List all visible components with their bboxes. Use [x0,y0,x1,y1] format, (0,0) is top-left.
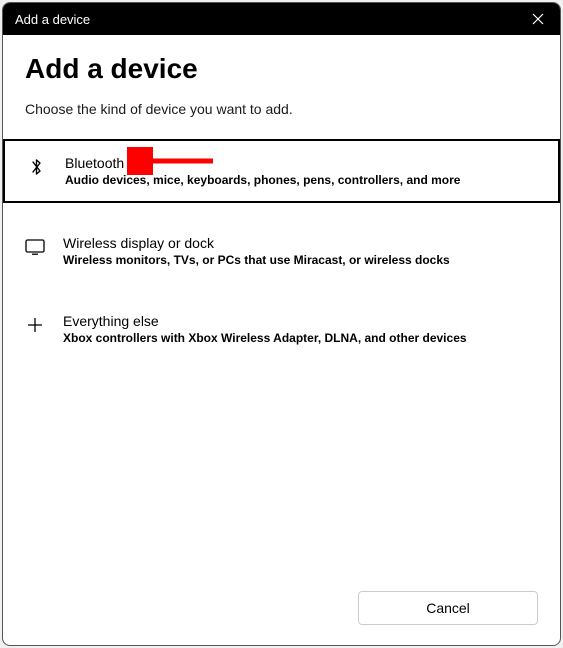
option-wireless-display[interactable]: Wireless display or dock Wireless monito… [3,221,560,281]
titlebar-title: Add a device [15,12,90,27]
option-everything-else[interactable]: Everything else Xbox controllers with Xb… [3,299,560,359]
display-icon [25,237,45,257]
option-title: Bluetooth [65,155,536,171]
option-bluetooth[interactable]: Bluetooth Audio devices, mice, keyboards… [3,139,560,203]
option-desc: Wireless monitors, TVs, or PCs that use … [63,253,538,267]
option-desc: Xbox controllers with Xbox Wireless Adap… [63,331,538,345]
option-desc: Audio devices, mice, keyboards, phones, … [65,173,536,187]
close-icon [532,13,544,25]
dialog-footer: Cancel [3,575,560,645]
titlebar: Add a device [3,3,560,35]
option-title: Wireless display or dock [63,235,538,251]
close-button[interactable] [528,9,548,29]
add-device-dialog: Add a device Add a device Choose the kin… [2,2,561,646]
cancel-button[interactable]: Cancel [358,591,538,625]
option-text: Wireless display or dock Wireless monito… [63,235,538,267]
plus-icon [25,315,45,335]
page-subheading: Choose the kind of device you want to ad… [25,101,538,117]
option-text: Everything else Xbox controllers with Xb… [63,313,538,345]
bluetooth-icon [27,157,47,177]
page-heading: Add a device [25,53,538,85]
option-title: Everything else [63,313,538,329]
dialog-content: Add a device Choose the kind of device y… [3,35,560,575]
option-text: Bluetooth Audio devices, mice, keyboards… [65,155,536,187]
